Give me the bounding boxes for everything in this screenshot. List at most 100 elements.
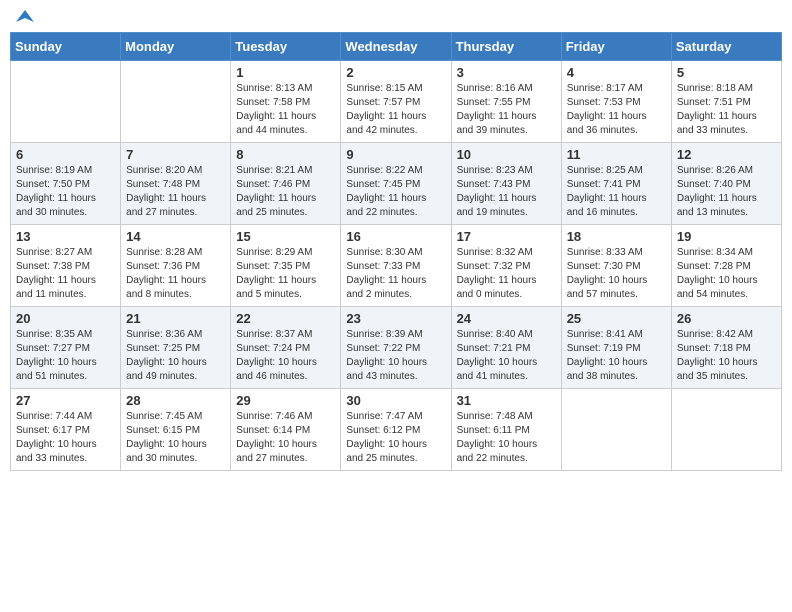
- cell-info: Sunrise: 8:15 AMSunset: 7:57 PMDaylight:…: [346, 82, 445, 138]
- calendar-cell: 13Sunrise: 8:27 AMSunset: 7:38 PMDayligh…: [11, 225, 121, 307]
- day-number: 18: [567, 229, 666, 244]
- calendar-cell: 30 Sunrise: 7:47 AMSunset: 6:12 PMDayligh…: [341, 389, 451, 471]
- day-number: 12: [677, 147, 776, 162]
- day-number: 3: [457, 65, 556, 80]
- calendar-cell: 26 Sunrise: 8:42 AMSunset: 7:18 PMDayligh…: [671, 307, 781, 389]
- day-number: 26: [677, 311, 776, 326]
- calendar-cell: 28 Sunrise: 7:45 AMSunset: 6:15 PMDayligh…: [121, 389, 231, 471]
- calendar-cell: 2 Sunrise: 8:15 AMSunset: 7:57 PMDaylight…: [341, 61, 451, 143]
- calendar-cell: 15 Sunrise: 8:29 AMSunset: 7:35 PMDayligh…: [231, 225, 341, 307]
- cell-info: Sunrise: 8:18 AMSunset: 7:51 PMDaylight:…: [677, 82, 776, 138]
- calendar-cell: [11, 61, 121, 143]
- cell-info: Sunrise: 8:41 AMSunset: 7:19 PMDaylight:…: [567, 328, 666, 384]
- cell-info: Sunrise: 8:34 AMSunset: 7:28 PMDaylight:…: [677, 246, 776, 302]
- cell-info: Sunrise: 8:30 AMSunset: 7:33 PMDaylight:…: [346, 246, 445, 302]
- calendar-cell: 10 Sunrise: 8:23 AMSunset: 7:43 PMDayligh…: [451, 143, 561, 225]
- calendar-cell: 16 Sunrise: 8:30 AMSunset: 7:33 PMDayligh…: [341, 225, 451, 307]
- calendar-cell: 1 Sunrise: 8:13 AMSunset: 7:58 PMDaylight…: [231, 61, 341, 143]
- cell-info: Sunrise: 8:39 AMSunset: 7:22 PMDaylight:…: [346, 328, 445, 384]
- calendar-cell: 31 Sunrise: 7:48 AMSunset: 6:11 PMDayligh…: [451, 389, 561, 471]
- cell-info: Sunrise: 8:25 AMSunset: 7:41 PMDaylight:…: [567, 164, 666, 220]
- cell-info: Sunrise: 8:40 AMSunset: 7:21 PMDaylight:…: [457, 328, 556, 384]
- day-number: 9: [346, 147, 445, 162]
- cell-info: Sunrise: 8:33 AMSunset: 7:30 PMDaylight:…: [567, 246, 666, 302]
- cell-info: Sunrise: 8:28 AMSunset: 7:36 PMDaylight:…: [126, 246, 225, 302]
- day-number: 15: [236, 229, 335, 244]
- day-header: Saturday: [671, 33, 781, 61]
- calendar-cell: 5Sunrise: 8:18 AMSunset: 7:51 PMDaylight…: [671, 61, 781, 143]
- cell-info: Sunrise: 8:29 AMSunset: 7:35 PMDaylight:…: [236, 246, 335, 302]
- calendar-cell: 18 Sunrise: 8:33 AMSunset: 7:30 PMDayligh…: [561, 225, 671, 307]
- cell-info: Sunrise: 8:42 AMSunset: 7:18 PMDaylight:…: [677, 328, 776, 384]
- cell-info: Sunrise: 8:16 AMSunset: 7:55 PMDaylight:…: [457, 82, 556, 138]
- calendar-cell: 25 Sunrise: 8:41 AMSunset: 7:19 PMDayligh…: [561, 307, 671, 389]
- calendar-week-row: 6 Sunrise: 8:19 AMSunset: 7:50 PMDaylight…: [11, 143, 782, 225]
- cell-info: Sunrise: 8:13 AMSunset: 7:58 PMDaylight:…: [236, 82, 335, 138]
- day-number: 21: [126, 311, 225, 326]
- day-number: 14: [126, 229, 225, 244]
- day-header: Monday: [121, 33, 231, 61]
- calendar-cell: 11 Sunrise: 8:25 AMSunset: 7:41 PMDayligh…: [561, 143, 671, 225]
- day-number: 7: [126, 147, 225, 162]
- calendar-cell: 12Sunrise: 8:26 AMSunset: 7:40 PMDayligh…: [671, 143, 781, 225]
- calendar-cell: 29 Sunrise: 7:46 AMSunset: 6:14 PMDayligh…: [231, 389, 341, 471]
- day-number: 31: [457, 393, 556, 408]
- day-number: 10: [457, 147, 556, 162]
- calendar-week-row: 20 Sunrise: 8:35 AMSunset: 7:27 PMDayligh…: [11, 307, 782, 389]
- cell-info: Sunrise: 8:32 AMSunset: 7:32 PMDaylight:…: [457, 246, 556, 302]
- calendar-cell: 20 Sunrise: 8:35 AMSunset: 7:27 PMDayligh…: [11, 307, 121, 389]
- calendar-cell: 22 Sunrise: 8:37 AMSunset: 7:24 PMDayligh…: [231, 307, 341, 389]
- cell-info: Sunrise: 8:17 AMSunset: 7:53 PMDaylight:…: [567, 82, 666, 138]
- day-number: 30: [346, 393, 445, 408]
- header: [10, 10, 782, 26]
- calendar-cell: [671, 389, 781, 471]
- calendar-cell: 7 Sunrise: 8:20 AMSunset: 7:48 PMDaylight…: [121, 143, 231, 225]
- cell-info: Sunrise: 7:48 AMSunset: 6:11 PMDaylight:…: [457, 410, 556, 466]
- day-number: 13: [16, 229, 115, 244]
- day-number: 1: [236, 65, 335, 80]
- calendar-cell: 17Sunrise: 8:32 AMSunset: 7:32 PMDayligh…: [451, 225, 561, 307]
- calendar-week-row: 1 Sunrise: 8:13 AMSunset: 7:58 PMDaylight…: [11, 61, 782, 143]
- cell-info: Sunrise: 8:35 AMSunset: 7:27 PMDaylight:…: [16, 328, 115, 384]
- logo-bird-icon: [16, 8, 34, 26]
- calendar-cell: 27Sunrise: 7:44 AMSunset: 6:17 PMDayligh…: [11, 389, 121, 471]
- calendar-week-row: 27Sunrise: 7:44 AMSunset: 6:17 PMDayligh…: [11, 389, 782, 471]
- cell-info: Sunrise: 7:44 AMSunset: 6:17 PMDaylight:…: [16, 410, 115, 466]
- calendar-cell: 6 Sunrise: 8:19 AMSunset: 7:50 PMDaylight…: [11, 143, 121, 225]
- day-header: Wednesday: [341, 33, 451, 61]
- cell-info: Sunrise: 7:47 AMSunset: 6:12 PMDaylight:…: [346, 410, 445, 466]
- calendar-cell: 14 Sunrise: 8:28 AMSunset: 7:36 PMDayligh…: [121, 225, 231, 307]
- calendar-header-row: SundayMondayTuesdayWednesdayThursdayFrid…: [11, 33, 782, 61]
- cell-info: Sunrise: 7:45 AMSunset: 6:15 PMDaylight:…: [126, 410, 225, 466]
- cell-info: Sunrise: 8:19 AMSunset: 7:50 PMDaylight:…: [16, 164, 115, 220]
- day-header: Thursday: [451, 33, 561, 61]
- day-header: Friday: [561, 33, 671, 61]
- calendar-cell: 4 Sunrise: 8:17 AMSunset: 7:53 PMDaylight…: [561, 61, 671, 143]
- cell-info: Sunrise: 8:37 AMSunset: 7:24 PMDaylight:…: [236, 328, 335, 384]
- calendar-cell: 19Sunrise: 8:34 AMSunset: 7:28 PMDayligh…: [671, 225, 781, 307]
- cell-info: Sunrise: 8:36 AMSunset: 7:25 PMDaylight:…: [126, 328, 225, 384]
- day-number: 29: [236, 393, 335, 408]
- day-number: 25: [567, 311, 666, 326]
- logo: [14, 10, 34, 26]
- calendar-cell: 9Sunrise: 8:22 AMSunset: 7:45 PMDaylight…: [341, 143, 451, 225]
- calendar-week-row: 13Sunrise: 8:27 AMSunset: 7:38 PMDayligh…: [11, 225, 782, 307]
- day-number: 8: [236, 147, 335, 162]
- day-number: 11: [567, 147, 666, 162]
- day-number: 16: [346, 229, 445, 244]
- day-number: 23: [346, 311, 445, 326]
- day-number: 4: [567, 65, 666, 80]
- day-number: 2: [346, 65, 445, 80]
- calendar: SundayMondayTuesdayWednesdayThursdayFrid…: [10, 32, 782, 471]
- cell-info: Sunrise: 8:20 AMSunset: 7:48 PMDaylight:…: [126, 164, 225, 220]
- day-number: 24: [457, 311, 556, 326]
- cell-info: Sunrise: 8:23 AMSunset: 7:43 PMDaylight:…: [457, 164, 556, 220]
- day-number: 6: [16, 147, 115, 162]
- calendar-cell: 24 Sunrise: 8:40 AMSunset: 7:21 PMDayligh…: [451, 307, 561, 389]
- cell-info: Sunrise: 7:46 AMSunset: 6:14 PMDaylight:…: [236, 410, 335, 466]
- day-header: Tuesday: [231, 33, 341, 61]
- day-number: 28: [126, 393, 225, 408]
- day-number: 22: [236, 311, 335, 326]
- day-number: 20: [16, 311, 115, 326]
- calendar-cell: 23 Sunrise: 8:39 AMSunset: 7:22 PMDayligh…: [341, 307, 451, 389]
